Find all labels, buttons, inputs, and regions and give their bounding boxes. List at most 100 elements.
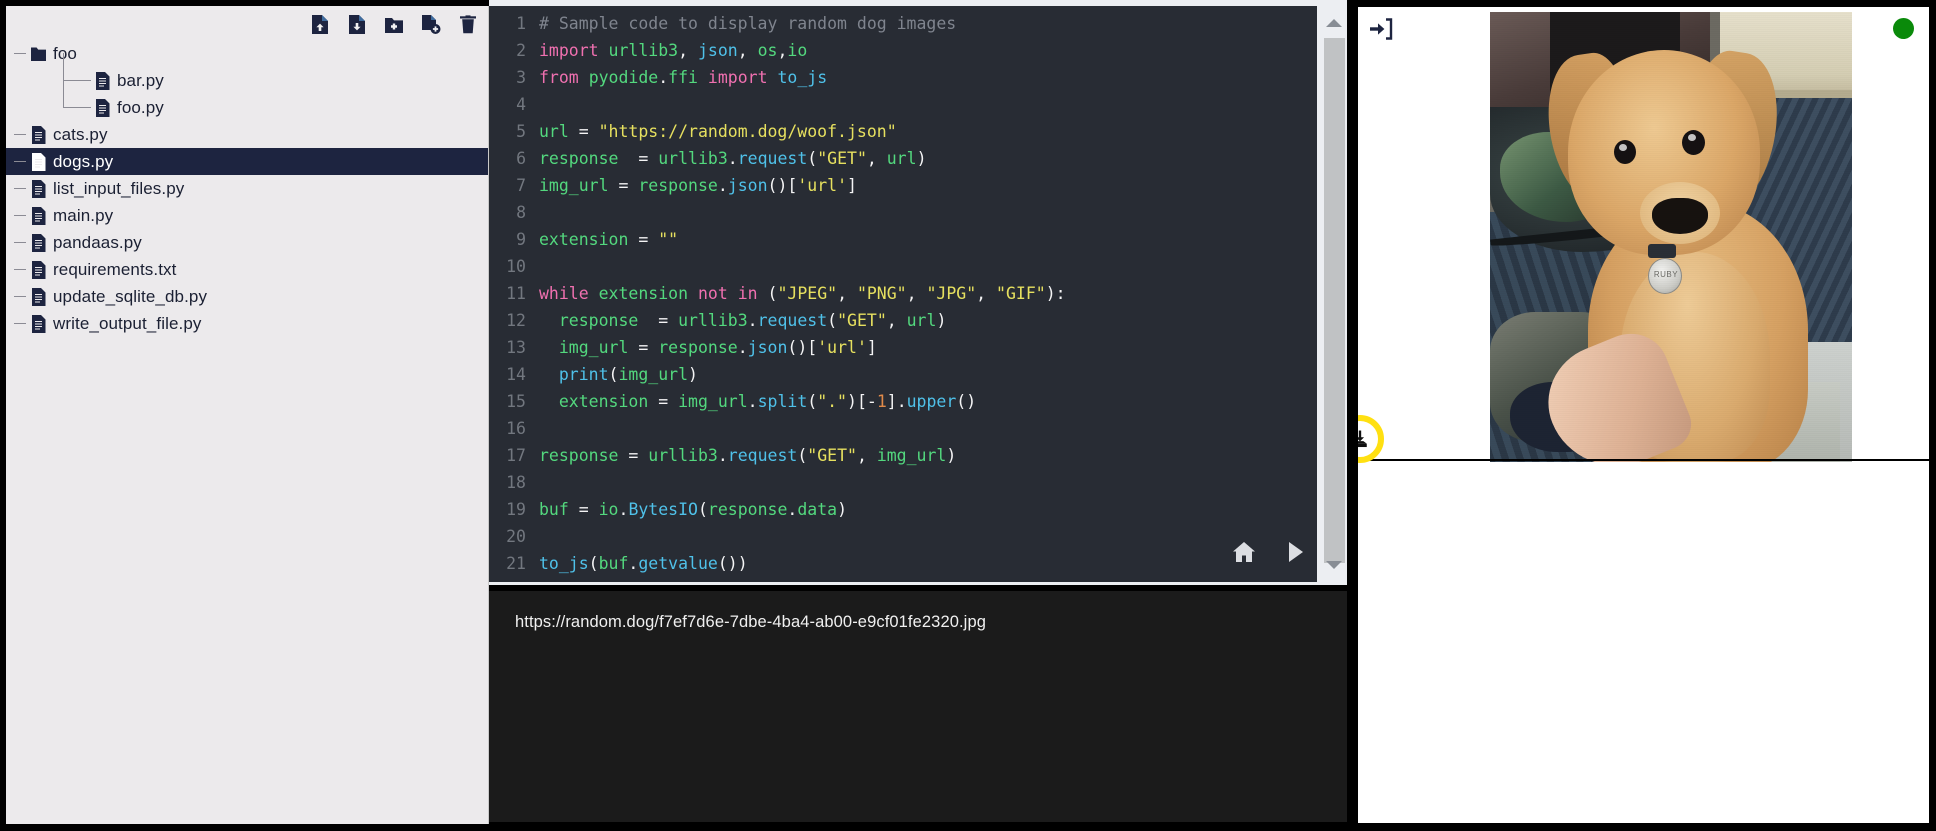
output-console[interactable]: https://random.dog/f7ef7d6e-7dbe-4ba4-ab… (489, 591, 1347, 822)
file-icon (31, 234, 46, 252)
file-tree-item-label: update_sqlite_db.py (53, 287, 207, 307)
code-line[interactable]: 20 (489, 523, 1317, 550)
file-tree-item-label: main.py (53, 206, 113, 226)
code-line[interactable]: 17response = urllib3.request("GET", img_… (489, 442, 1317, 469)
home-icon[interactable] (1232, 541, 1256, 568)
code-line[interactable]: 13 img_url = response.json()['url'] (489, 334, 1317, 361)
file-icon (95, 72, 110, 90)
line-number: 14 (489, 361, 526, 388)
code-line[interactable]: 8 (489, 199, 1317, 226)
code-line[interactable]: 6response = urllib3.request("GET", url) (489, 145, 1317, 172)
code-line[interactable]: 5url = "https://random.dog/woof.json" (489, 118, 1317, 145)
code-line[interactable]: 21to_js(buf.getvalue()) (489, 550, 1317, 577)
code-line[interactable]: 2import urllib3, json, os,io (489, 37, 1317, 64)
tree-connector-line (63, 80, 91, 81)
code-line[interactable]: 12 response = urllib3.request("GET", url… (489, 307, 1317, 334)
file-tree-item-label: foo (53, 44, 77, 64)
delete-icon[interactable] (458, 14, 478, 35)
file-tree-item-label: pandaas.py (53, 233, 142, 253)
file-tree-item-update-sqlite-db-py[interactable]: update_sqlite_db.py (6, 283, 489, 310)
status-indicator-dot (1893, 18, 1914, 39)
editor-scrollbar[interactable] (1321, 6, 1347, 582)
code-line[interactable]: 19buf = io.BytesIO(response.data) (489, 496, 1317, 523)
new-file-icon[interactable] (421, 14, 441, 35)
file-tree-item-bar-py[interactable]: bar.py (6, 67, 489, 94)
code-line[interactable]: 15 extension = img_url.split(".")[-1].up… (489, 388, 1317, 415)
scrollbar-down-arrow-icon[interactable] (1321, 554, 1347, 576)
line-number: 4 (489, 91, 526, 118)
code-line[interactable]: 10 (489, 253, 1317, 280)
file-explorer-panel: foo bar.py foo.py cats.py dogs.py list_input_… (6, 6, 489, 824)
file-icon (31, 288, 46, 306)
tree-connector-line (14, 242, 26, 243)
code-line[interactable]: 18 (489, 469, 1317, 496)
file-icon (31, 180, 46, 198)
new-folder-icon[interactable] (384, 14, 404, 35)
file-tree-item-main-py[interactable]: main.py (6, 202, 489, 229)
file-download-icon[interactable] (347, 14, 367, 35)
file-tree-list: foo bar.py foo.py cats.py dogs.py list_input_… (6, 40, 489, 337)
tree-connector-line (14, 323, 26, 324)
code-line[interactable]: 16 (489, 415, 1317, 442)
line-number: 2 (489, 37, 526, 64)
code-line[interactable]: 1# Sample code to display random dog ima… (489, 10, 1317, 37)
code-content[interactable]: 1# Sample code to display random dog ima… (489, 6, 1317, 577)
line-number: 17 (489, 442, 526, 469)
tree-connector-line (14, 269, 26, 270)
line-number: 11 (489, 280, 526, 307)
file-tree-item-label: requirements.txt (53, 260, 176, 280)
line-number: 19 (489, 496, 526, 523)
line-number: 1 (489, 10, 526, 37)
file-icon (31, 126, 46, 144)
line-number: 13 (489, 334, 526, 361)
tree-connector-vertical (63, 53, 64, 81)
file-tree-item-foo-py[interactable]: foo.py (6, 94, 489, 121)
file-tree-item-label: write_output_file.py (53, 314, 201, 334)
download-icon[interactable] (1357, 415, 1384, 463)
file-icon (31, 261, 46, 279)
file-tree-item-foo[interactable]: foo (6, 40, 489, 67)
line-number: 8 (489, 199, 526, 226)
line-number: 21 (489, 550, 526, 577)
line-number: 18 (489, 469, 526, 496)
tree-connector-line (14, 296, 26, 297)
code-line[interactable]: 11while extension not in ("JPEG", "PNG",… (489, 280, 1317, 307)
file-tree-item-label: list_input_files.py (53, 179, 184, 199)
file-tree-item-pandaas-py[interactable]: pandaas.py (6, 229, 489, 256)
preview-panel: RUBY (1357, 6, 1930, 824)
file-tree-item-list-input-files-py[interactable]: list_input_files.py (6, 175, 489, 202)
run-icon[interactable] (1287, 541, 1305, 568)
line-number: 10 (489, 253, 526, 280)
code-line[interactable]: 9extension = "" (489, 226, 1317, 253)
line-number: 6 (489, 145, 526, 172)
file-icon (31, 207, 46, 225)
code-editor-panel: 1# Sample code to display random dog ima… (489, 0, 1347, 585)
code-editor[interactable]: 1# Sample code to display random dog ima… (489, 6, 1317, 582)
file-tree-item-cats-py[interactable]: cats.py (6, 121, 489, 148)
file-tree-item-dogs-py[interactable]: dogs.py (6, 148, 489, 175)
file-tree-item-label: foo.py (117, 98, 164, 118)
file-tree-item-write-output-file-py[interactable]: write_output_file.py (6, 310, 489, 337)
code-line[interactable]: 14 print(img_url) (489, 361, 1317, 388)
code-line[interactable]: 3from pyodide.ffi import to_js (489, 64, 1317, 91)
code-line[interactable]: 7img_url = response.json()['url'] (489, 172, 1317, 199)
file-upload-icon[interactable] (310, 14, 330, 35)
file-tree-item-label: cats.py (53, 125, 108, 145)
file-tree-item-label: bar.py (117, 71, 164, 91)
scrollbar-up-arrow-icon[interactable] (1321, 12, 1347, 34)
code-line[interactable]: 4 (489, 91, 1317, 118)
file-icon (95, 99, 110, 117)
sign-in-icon[interactable] (1368, 16, 1394, 42)
tree-connector-line (63, 107, 91, 108)
line-number: 5 (489, 118, 526, 145)
tree-connector-line (14, 53, 26, 54)
console-output-line: https://random.dog/f7ef7d6e-7dbe-4ba4-ab… (515, 613, 1321, 632)
file-icon (31, 315, 46, 333)
line-number: 20 (489, 523, 526, 550)
folder-icon (31, 45, 46, 63)
line-number: 16 (489, 415, 526, 442)
tree-connector-line (14, 134, 26, 135)
file-tree-item-requirements-txt[interactable]: requirements.txt (6, 256, 489, 283)
file-explorer-toolbar (310, 14, 478, 35)
scrollbar-thumb[interactable] (1324, 38, 1345, 563)
